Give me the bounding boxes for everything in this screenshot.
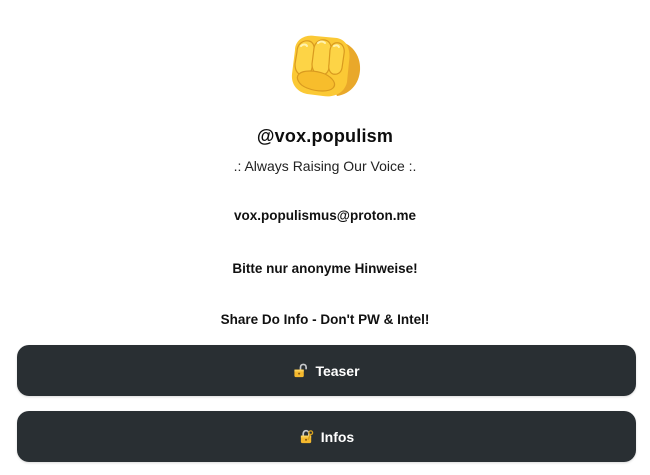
unlocked-padlock-icon — [293, 363, 308, 378]
avatar — [285, 28, 365, 100]
profile-username: @vox.populism — [256, 126, 394, 146]
teaser-link-button[interactable]: Teaser — [17, 345, 636, 396]
share-info-note: Share Do Info - Don't PW & Intel! — [220, 312, 430, 327]
anonymous-hints-note: Bitte nur anonyme Hinweise! — [232, 261, 418, 276]
infos-link-button[interactable]: Infos — [17, 411, 636, 462]
oncoming-fist-icon — [285, 28, 365, 100]
lock-with-key-icon — [299, 429, 314, 444]
profile-tagline: .: Always Raising Our Voice :. — [233, 158, 417, 174]
teaser-link-label: Teaser — [315, 362, 360, 379]
link-profile-page: @vox.populism .: Always Raising Our Voic… — [0, 0, 650, 475]
infos-link-label: Infos — [320, 428, 355, 445]
contact-email: vox.populismus@proton.me — [234, 208, 416, 223]
